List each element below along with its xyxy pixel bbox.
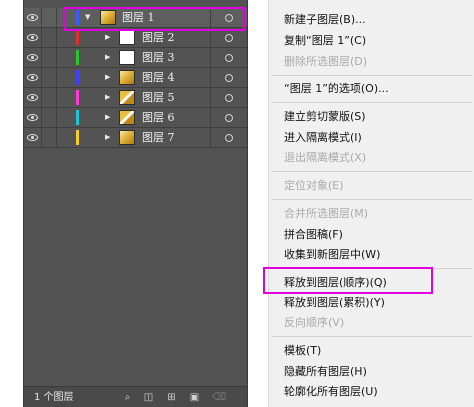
target-button[interactable] [210, 88, 247, 107]
layer-thumbnail [119, 50, 135, 65]
target-circle-icon [225, 73, 233, 82]
visibility-toggle[interactable] [24, 28, 42, 47]
make-clipping-mask-icon[interactable]: ◫ [143, 392, 154, 403]
layer-color-bar [76, 30, 79, 45]
lock-toggle[interactable] [42, 8, 57, 27]
layer-color-bar [76, 50, 79, 65]
menu-item-reverse-order[interactable]: 反向顺序(V) [284, 315, 344, 331]
layers-panel: ▼ 图层 1 ▶ 图层 2 ▶ 图层 3 ▶ 图层 4 ▶ 图层 5 ▶ 图层 … [23, 0, 248, 407]
layer-name[interactable]: 图层 6 [142, 108, 175, 127]
layer-thumbnail [119, 110, 135, 125]
create-sublayer-icon[interactable]: ⊞ [166, 392, 177, 403]
target-circle-icon [225, 133, 233, 142]
layer-name[interactable]: 图层 4 [142, 68, 175, 87]
target-button[interactable] [210, 108, 247, 127]
visibility-toggle[interactable] [24, 8, 42, 27]
expand-right-icon[interactable]: ▶ [105, 68, 110, 87]
target-circle-icon [225, 93, 233, 102]
layer-count: 1 个图层 [34, 392, 74, 403]
layer-row[interactable]: ▶ 图层 2 [24, 28, 247, 48]
layers-footer: 1 个图层 ⌕ ◫ ⊞ ▣ ⌫ [24, 386, 247, 407]
layer-name[interactable]: 图层 5 [142, 88, 175, 107]
menu-item-delete-selection[interactable]: 删除所选图层(D) [284, 54, 367, 70]
menu-item-hide-all-layers[interactable]: 隐藏所有图层(H) [284, 364, 367, 380]
menu-separator [272, 199, 472, 200]
eye-icon [27, 34, 38, 41]
layer-thumbnail [119, 90, 135, 105]
layer-row[interactable]: ▶ 图层 7 [24, 128, 247, 148]
layer-row[interactable]: ▶ 图层 6 [24, 108, 247, 128]
expand-right-icon[interactable]: ▶ [105, 108, 110, 127]
menu-separator [272, 102, 472, 103]
menu-item-layer-options[interactable]: “图层 1”的选项(O)... [284, 81, 389, 97]
expand-right-icon[interactable]: ▶ [105, 48, 110, 67]
lock-toggle[interactable] [42, 128, 57, 147]
lock-toggle[interactable] [42, 28, 57, 47]
menu-separator [272, 336, 472, 337]
visibility-toggle[interactable] [24, 48, 42, 67]
target-button[interactable] [210, 128, 247, 147]
eye-icon [27, 114, 38, 121]
menu-separator [272, 75, 472, 76]
expand-right-icon[interactable]: ▶ [105, 88, 110, 107]
layer-color-bar [76, 130, 79, 145]
target-button[interactable] [210, 68, 247, 87]
target-circle-icon [225, 33, 233, 42]
layer-name[interactable]: 图层 7 [142, 128, 175, 147]
layer-thumbnail [119, 30, 135, 45]
menu-item-locate-object[interactable]: 定位对象(E) [284, 178, 344, 194]
lock-toggle[interactable] [42, 88, 57, 107]
expand-right-icon[interactable]: ▶ [105, 128, 110, 147]
eye-icon [27, 94, 38, 101]
menu-item-collect-in-new-layer[interactable]: 收集到新图层中(W) [284, 247, 380, 263]
target-circle-icon [225, 113, 233, 122]
visibility-toggle[interactable] [24, 108, 42, 127]
visibility-toggle[interactable] [24, 68, 42, 87]
menu-item-merge-selected[interactable]: 合并所选图层(M) [284, 206, 368, 222]
eye-icon [27, 134, 38, 141]
layer-row[interactable]: ▶ 图层 5 [24, 88, 247, 108]
menu-item-new-sublayer[interactable]: 新建子图层(B)... [284, 12, 366, 28]
menu-item-outline-all-layers[interactable]: 轮廓化所有图层(U) [284, 384, 378, 400]
visibility-toggle[interactable] [24, 88, 42, 107]
menu-item-exit-isolation[interactable]: 退出隔离模式(X) [284, 150, 366, 166]
eye-icon [27, 74, 38, 81]
menu-item-enter-isolation[interactable]: 进入隔离模式(I) [284, 130, 362, 146]
target-button[interactable] [210, 48, 247, 67]
eye-icon [27, 14, 38, 21]
context-menu: 新建子图层(B)... 复制“图层 1”(C) 删除所选图层(D) “图层 1”… [268, 0, 474, 407]
layer-color-bar [76, 110, 79, 125]
lock-toggle[interactable] [42, 68, 57, 87]
lock-toggle[interactable] [42, 108, 57, 127]
menu-item-duplicate-layer[interactable]: 复制“图层 1”(C) [284, 33, 366, 49]
menu-item-template[interactable]: 模板(T) [284, 343, 321, 359]
layer-color-bar [76, 90, 79, 105]
menu-item-release-build[interactable]: 释放到图层(累积)(Y) [284, 295, 385, 311]
layer-row[interactable]: ▶ 图层 4 [24, 68, 247, 88]
layer-thumbnail [119, 70, 135, 85]
target-circle-icon [225, 53, 233, 62]
selected-layer-annotation [64, 7, 245, 31]
lock-toggle[interactable] [42, 48, 57, 67]
layer-thumbnail [119, 130, 135, 145]
highlighted-menu-annotation [263, 267, 433, 294]
layer-row[interactable]: ▶ 图层 3 [24, 48, 247, 68]
menu-separator [272, 171, 472, 172]
eye-icon [27, 54, 38, 61]
menu-item-flatten-artwork[interactable]: 拼合图稿(F) [284, 227, 343, 243]
delete-icon[interactable]: ⌫ [212, 392, 226, 403]
layer-color-bar [76, 70, 79, 85]
layer-name[interactable]: 图层 3 [142, 48, 175, 67]
new-layer-icon[interactable]: ▣ [189, 392, 200, 403]
visibility-toggle[interactable] [24, 128, 42, 147]
search-icon[interactable]: ⌕ [122, 392, 133, 403]
menu-item-make-clipping-mask[interactable]: 建立剪切蒙版(S) [284, 109, 366, 125]
